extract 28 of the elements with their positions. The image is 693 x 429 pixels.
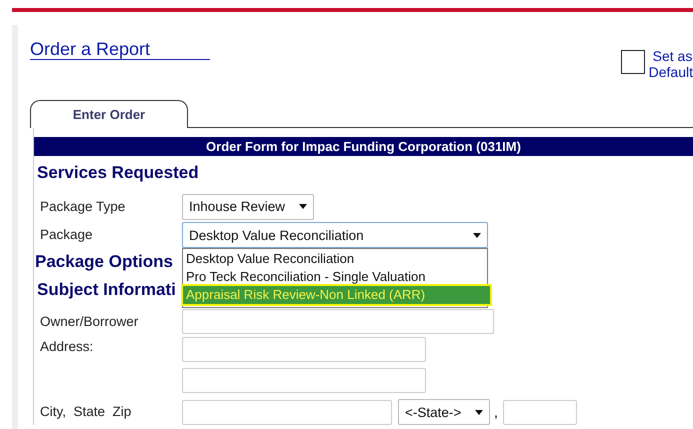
default-label: Default (648, 64, 693, 80)
package-select[interactable]: Desktop Value Reconciliation (182, 222, 488, 248)
zip-input[interactable] (502, 400, 577, 424)
set-as-label: Set as (652, 48, 693, 64)
section-heading: Package Options (34, 251, 173, 273)
owner-input[interactable] (182, 309, 494, 334)
section-heading: Subject Informati (36, 279, 176, 301)
address-input[interactable] (182, 337, 426, 362)
section-heading: Services Requested (36, 162, 199, 184)
tab[interactable]: Enter Order (30, 100, 188, 128)
caret-icon (299, 204, 307, 209)
field-label: Package Type (39, 198, 126, 216)
state-select[interactable]: <-State-> (398, 399, 490, 425)
city-input[interactable] (182, 400, 392, 424)
field-label: Owner/Borrower (39, 312, 140, 330)
caret-icon (473, 232, 481, 238)
field-label: Address: (39, 338, 94, 356)
comma-text: , (494, 404, 498, 420)
dropdown-option[interactable]: Pro Teck Reconciliation - Single Valuation (183, 268, 487, 286)
default-checkbox[interactable] (620, 50, 645, 74)
form-title-bar: Order Form for Impac Funding Corporation (031IM) (34, 137, 693, 156)
dropdown-option[interactable]: Desktop Value Reconciliation (183, 250, 487, 268)
field-label: Package (39, 226, 94, 244)
field-label: City, State Zip (39, 403, 132, 421)
address-input[interactable] (182, 368, 426, 393)
caret-icon (475, 410, 483, 414)
order-report-link[interactable]: Order a Report (30, 40, 210, 60)
package-type-select[interactable]: Inhouse Review (182, 194, 314, 220)
